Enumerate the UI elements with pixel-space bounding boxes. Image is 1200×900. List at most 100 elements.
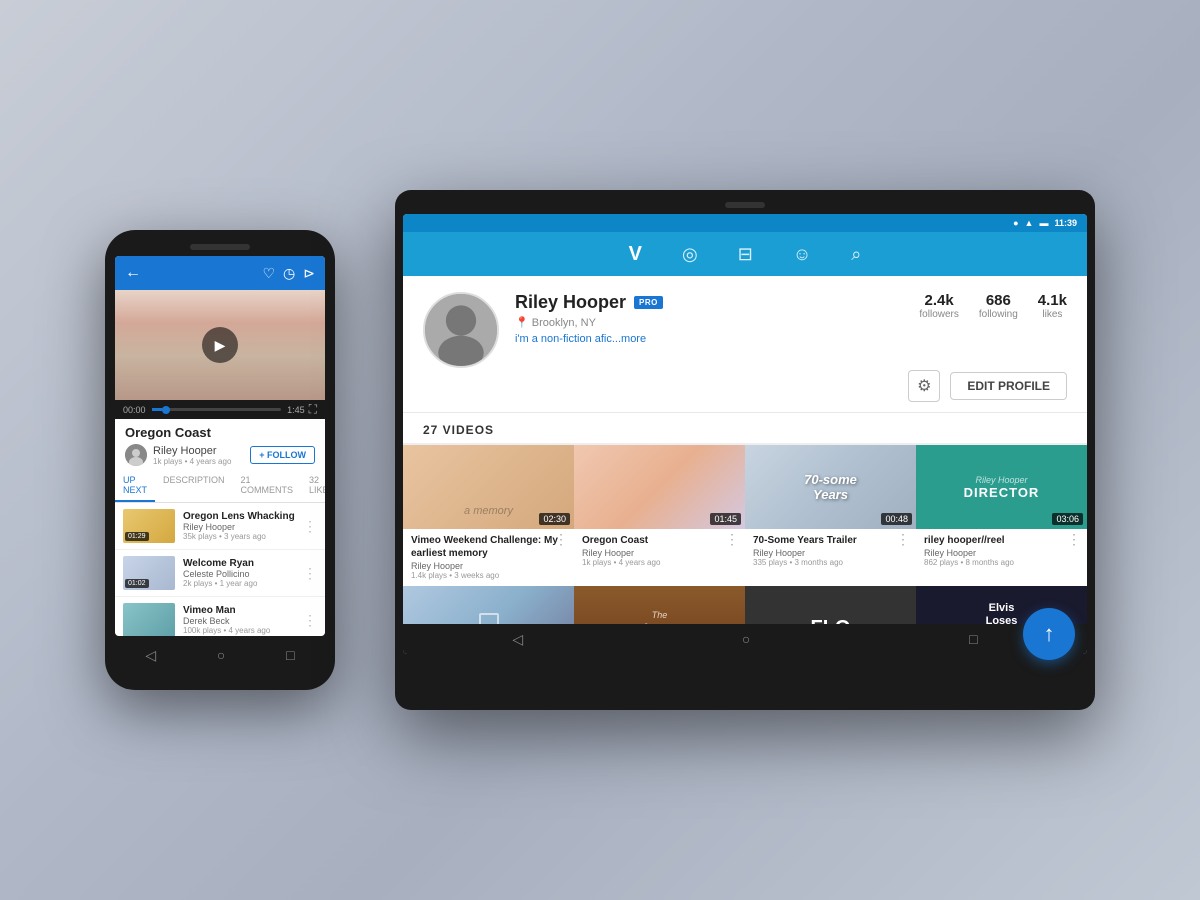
tablet-time: 11:39 [1054,218,1077,228]
edit-profile-button[interactable]: EDIT PROFILE [950,372,1067,400]
settings-button[interactable]: ⚙ [908,370,940,402]
phone-time-total: 1:45 [287,405,305,415]
video-author: Riley Hooper [411,561,566,571]
more-icon[interactable]: ⋮ [896,531,910,548]
likes-label: likes [1038,309,1067,320]
video-duration: 02:30 [539,513,570,525]
recents-nav-icon[interactable]: □ [969,631,977,647]
phone-progress-fill [152,408,162,411]
profile-name-row: Riley Hooper PRO [515,292,892,313]
video-info: Vimeo Weekend Challenge: My earliest mem… [403,529,574,586]
pro-badge: PRO [634,296,663,309]
fullscreen-icon[interactable]: ⛶ [309,402,317,417]
vimeo-logo-icon[interactable]: V [629,243,642,266]
thumb-overlay-text: a memory [464,505,513,517]
home-nav-icon[interactable]: ○ [217,647,225,663]
stat-likes: 4.1k likes [1038,292,1067,320]
tablet-device: ● ▲ ▬ 11:39 V ◎ ⊟ ☺ ⌕ [395,190,1095,710]
clock-icon[interactable]: ◷ [283,265,295,282]
more-icon[interactable]: ⋮ [303,612,317,629]
tab-up-next[interactable]: UP NEXT [115,470,155,502]
video-info: 70-Some Years Trailer Riley Hooper 335 p… [745,529,916,573]
followers-value: 2.4k [919,292,958,309]
play-button[interactable]: ▶ [202,327,238,363]
video-card[interactable]: 01:45 Oregon Coast Riley Hooper 1k plays… [574,445,745,586]
video-thumbnail: a memory 02:30 [403,445,574,529]
tab-likes[interactable]: 32 LIKES [301,470,325,502]
more-icon[interactable]: ⋮ [1067,531,1081,548]
likes-value: 4.1k [1038,292,1067,309]
upload-icon: ↑ [1044,621,1055,647]
video-card[interactable] [403,586,574,624]
video-thumbnail: 01:29 [123,509,175,543]
phone-device: ← ♡ ◷ ⊳ ▶ 00:00 1:45 ⛶ [105,230,335,690]
tablet-bottom-bar: ◁ ○ □ [403,624,1087,654]
back-nav-icon[interactable]: ◁ [512,631,523,648]
profile-location: 📍 Brooklyn, NY [515,316,892,329]
video-card[interactable]: Riley Hooper DIRECTOR 03:06 riley hooper… [916,445,1087,586]
video-title: Oregon Coast [582,534,737,547]
more-icon[interactable]: ⋮ [554,531,568,548]
videos-count-header: 27 VIDEOS [403,413,1087,444]
video-meta: 335 plays • 3 months ago [753,558,908,567]
video-meta: 1k plays • 4 years ago [582,558,737,567]
phone-progress-row: 00:00 1:45 ⛶ [115,400,325,419]
video-author: Celeste Pollicino [183,569,295,579]
profile-stats: 2.4k followers 686 following 4.1k likes [919,292,1067,320]
video-card[interactable]: a memory 02:30 Vimeo Weekend Challenge: … [403,445,574,586]
video-card[interactable]: The Love Box The Love Box [574,586,745,624]
list-item[interactable]: 01:02 Welcome Ryan Celeste Pollicino 2k … [115,550,325,597]
tablet-status-bar: ● ▲ ▬ 11:39 [403,214,1087,232]
heart-icon[interactable]: ♡ [262,265,275,282]
phone-list: 01:29 Oregon Lens Whacking Riley Hooper … [115,503,325,636]
profile-avatar [423,292,499,368]
tablet-nav-bar: V ◎ ⊟ ☺ ⌕ [403,232,1087,276]
profile-actions: ⚙ EDIT PROFILE [908,370,1067,402]
phone-top-icons: ♡ ◷ ⊳ [262,265,315,282]
phone-progress-dot [162,406,170,414]
list-item[interactable]: Vimeo Man Derek Beck 100k plays • 4 year… [115,597,325,636]
more-icon[interactable]: ⋮ [725,531,739,548]
recents-nav-icon[interactable]: □ [286,647,294,663]
bio-more-link[interactable]: more [621,333,646,345]
video-meta: 100k plays • 4 years ago [183,626,295,635]
back-nav-icon[interactable]: ◁ [145,647,156,664]
upload-fab[interactable]: ↑ [1023,608,1075,660]
watch-later-icon[interactable]: ⊟ [738,244,753,265]
signal-icon: ▲ [1025,218,1034,228]
back-icon[interactable]: ← [125,264,141,282]
video-duration: 03:06 [1052,513,1083,525]
phone-avatar [125,444,147,466]
video-author: Riley Hooper [753,548,908,558]
tab-description[interactable]: DESCRIPTION [155,470,233,502]
profile-bio: i'm a non-fiction afic...more [515,333,892,345]
share-icon[interactable]: ⊳ [303,265,315,282]
home-nav-icon[interactable]: ○ [742,631,750,647]
list-item[interactable]: 01:29 Oregon Lens Whacking Riley Hooper … [115,503,325,550]
video-title: 70-Some Years Trailer [753,534,908,547]
phone-video-area[interactable]: ▶ [115,290,325,400]
phone-author-time: 1k plays • 4 years ago [153,457,231,466]
video-thumbnail: Riley Hooper DIRECTOR 03:06 [916,445,1087,529]
tablet-videos-section: 27 VIDEOS a memory 02:30 Vimeo Weekend C… [403,413,1087,624]
phone-video-title: Oregon Coast [125,425,315,440]
following-value: 686 [979,292,1018,309]
more-icon[interactable]: ⋮ [303,518,317,535]
video-card[interactable]: FLO hotspcs FLO [745,586,916,624]
tab-comments[interactable]: 21 COMMENTS [233,470,302,502]
explore-icon[interactable]: ◎ [682,244,698,265]
activity-icon[interactable]: ☺ [793,244,811,265]
video-meta: 35k plays • 3 years ago [183,532,295,541]
video-thumbnail [403,586,574,624]
video-thumbnail: The Love Box [574,586,745,624]
phone-top-bar: ← ♡ ◷ ⊳ [115,256,325,290]
stat-following: 686 following [979,292,1018,320]
more-icon[interactable]: ⋮ [303,565,317,582]
video-duration: 01:02 [125,579,149,588]
video-card[interactable]: 70-someYears 00:48 70-Some Years Trailer… [745,445,916,586]
video-grid: a memory 02:30 Vimeo Weekend Challenge: … [403,444,1087,624]
follow-button[interactable]: + FOLLOW [250,446,315,464]
phone-progress-track[interactable] [152,408,282,411]
search-icon[interactable]: ⌕ [851,244,861,265]
video-author: Derek Beck [183,616,295,626]
